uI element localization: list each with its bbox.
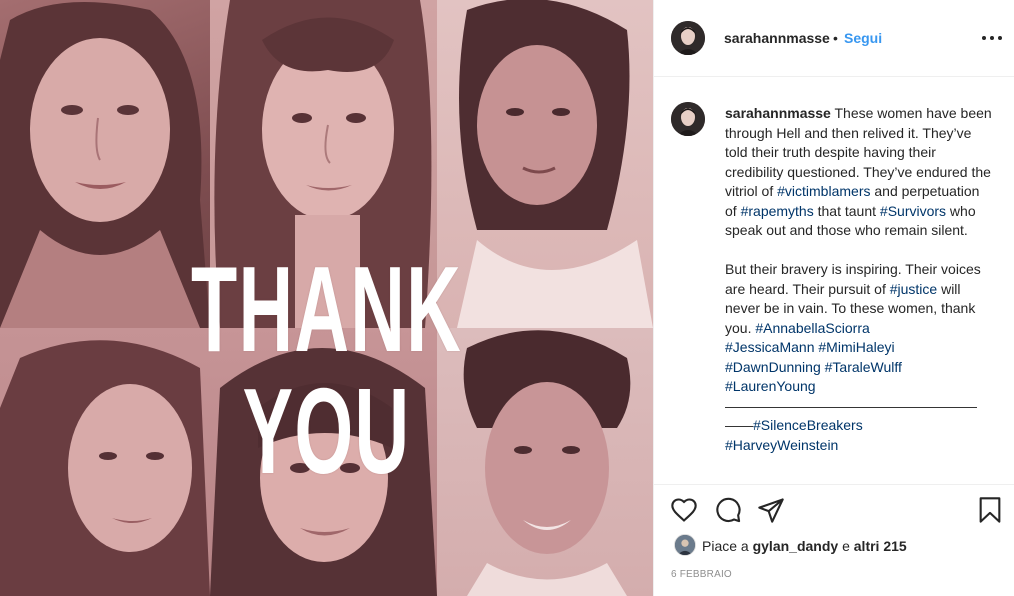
post-date[interactable]: 6 FEBBRAIO: [671, 569, 732, 580]
header-divider: [654, 76, 1014, 77]
share-icon[interactable]: [757, 496, 785, 524]
hashtag-survivors[interactable]: #Survivors: [880, 203, 946, 219]
likes-prefix: Piace a: [702, 538, 753, 554]
hashtag-rapemyths[interactable]: #rapemyths: [741, 203, 814, 219]
more-horizontal-icon[interactable]: [982, 29, 1004, 45]
hashtag-mimihaleyi[interactable]: #MimiHaleyi: [818, 339, 894, 355]
liker-avatar[interactable]: [674, 534, 696, 556]
comment-icon[interactable]: [714, 496, 742, 524]
liker-username[interactable]: gylan_dandy: [753, 538, 839, 554]
caption-author-avatar[interactable]: [671, 102, 705, 136]
hashtag-taralewulff[interactable]: #TaraleWulff: [825, 359, 902, 375]
hashtag-silencebreakers[interactable]: #SilenceBreakers: [753, 417, 863, 433]
hashtag-justice[interactable]: #justice: [890, 281, 937, 297]
author-avatar[interactable]: [671, 21, 705, 55]
post-actions: [654, 492, 1014, 532]
likes-middle: e: [838, 538, 854, 554]
caption-separator-line: ——————————————————: [725, 397, 977, 414]
thank-you-overlay-text: THANK YOU: [191, 241, 462, 499]
bookmark-icon[interactable]: [976, 496, 1004, 524]
post-header: sarahannmasse • Segui: [654, 0, 1014, 76]
caption-divider: [654, 484, 1014, 485]
others-likes-link[interactable]: altri 215: [854, 538, 907, 554]
follow-button[interactable]: Segui: [844, 30, 882, 46]
post-side-panel: sarahannmasse • Segui sarahannmasse Thes…: [653, 0, 1014, 596]
hashtag-laurenyoung[interactable]: #LaurenYoung: [725, 378, 816, 394]
hashtag-annabellasciorra[interactable]: #AnnabellaSciorra: [755, 320, 869, 336]
author-username[interactable]: sarahannmasse: [724, 30, 830, 46]
header-separator: •: [833, 30, 838, 46]
hashtag-harveyweinstein[interactable]: #HarveyWeinstein: [725, 437, 838, 453]
caption-username[interactable]: sarahannmasse: [725, 105, 831, 121]
hashtag-dawndunning[interactable]: #DawnDunning: [725, 359, 821, 375]
caption-text: sarahannmasse These women have been thro…: [725, 104, 995, 455]
caption-section: sarahannmasse These women have been thro…: [654, 100, 1014, 480]
likes-text: Piace a gylan_dandy e altri 215: [702, 538, 907, 554]
likes-summary: Piace a gylan_dandy e altri 215: [670, 534, 1000, 558]
post-image[interactable]: THANK YOU: [0, 0, 653, 596]
caption-part-3: that taunt: [813, 202, 880, 219]
hashtag-jessicamann[interactable]: #JessicaMann: [725, 339, 815, 355]
heart-icon[interactable]: [670, 496, 698, 524]
caption-separator-line-short: ——: [725, 417, 753, 433]
hashtag-victimblamers[interactable]: #victimblamers: [777, 183, 870, 199]
